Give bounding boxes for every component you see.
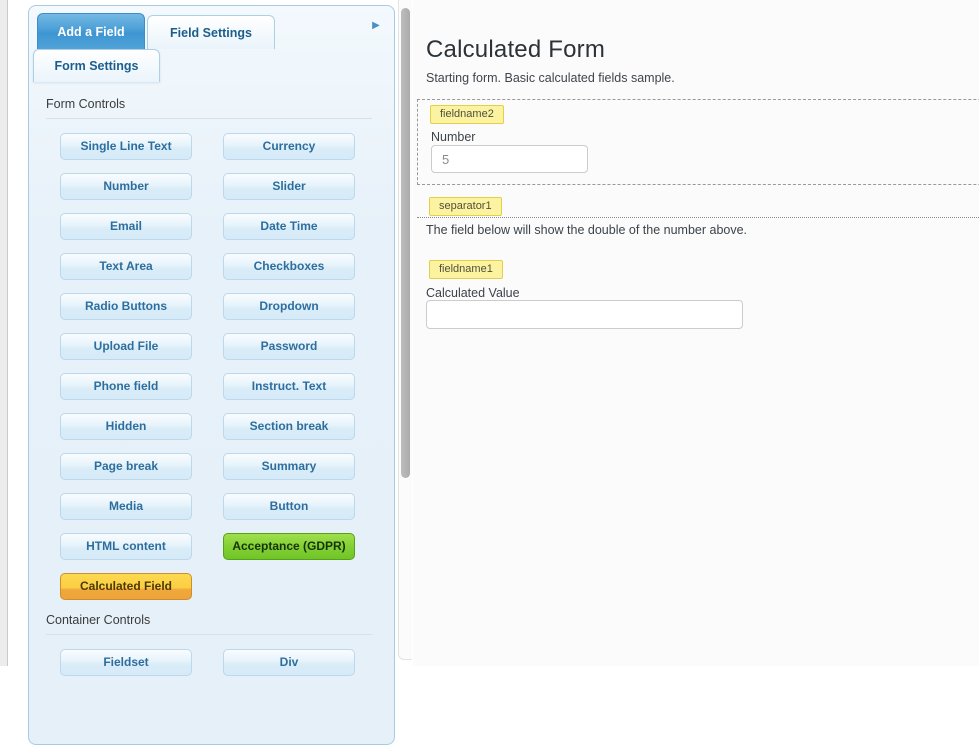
- field-button-instruct-text[interactable]: Instruct. Text: [223, 373, 355, 400]
- field-button-dropdown[interactable]: Dropdown: [223, 293, 355, 320]
- field-button-upload-file[interactable]: Upload File: [60, 333, 192, 360]
- number-field-group[interactable]: fieldname2 Number: [417, 99, 979, 185]
- field-button-calculated-field[interactable]: Calculated Field: [60, 573, 192, 600]
- separator-tag-badge: separator1: [429, 197, 502, 216]
- calculated-field-label: Calculated Value: [426, 286, 520, 300]
- field-button-slider[interactable]: Slider: [223, 173, 355, 200]
- number-field-input[interactable]: [431, 145, 588, 173]
- field-button-currency[interactable]: Currency: [223, 133, 355, 160]
- section-divider: [46, 634, 372, 635]
- calculated-value-input[interactable]: [426, 300, 743, 329]
- field-button-section-break[interactable]: Section break: [223, 413, 355, 440]
- field-button-text-area[interactable]: Text Area: [60, 253, 192, 280]
- tab-add-a-field[interactable]: Add a Field: [37, 13, 145, 49]
- section-divider: [46, 118, 372, 119]
- separator-line: [417, 217, 979, 218]
- field-button-button[interactable]: Button: [223, 493, 355, 520]
- field-button-radio-buttons[interactable]: Radio Buttons: [60, 293, 192, 320]
- field-tag-badge: fieldname2: [430, 105, 504, 124]
- tab-form-settings[interactable]: Form Settings: [33, 49, 160, 82]
- field-button-page-break[interactable]: Page break: [60, 453, 192, 480]
- panel-tabs: Add a Field Field Settings Form Settings…: [29, 6, 394, 84]
- field-button-email[interactable]: Email: [60, 213, 192, 240]
- container-controls-grid: Fieldset Div: [60, 649, 394, 676]
- field-button-password[interactable]: Password: [223, 333, 355, 360]
- field-button-media[interactable]: Media: [60, 493, 192, 520]
- field-button-html-content[interactable]: HTML content: [60, 533, 192, 560]
- field-button-single-line-text[interactable]: Single Line Text: [60, 133, 192, 160]
- container-button-div[interactable]: Div: [223, 649, 355, 676]
- collapse-arrow-icon[interactable]: ▶: [369, 19, 383, 33]
- form-subtitle: Starting form. Basic calculated fields s…: [426, 71, 675, 85]
- add-field-panel: Add a Field Field Settings Form Settings…: [28, 5, 395, 745]
- field-button-number[interactable]: Number: [60, 173, 192, 200]
- calculated-field-tag-badge: fieldname1: [429, 260, 503, 279]
- field-button-acceptance-gdpr[interactable]: Acceptance (GDPR): [223, 533, 355, 560]
- tab-field-settings[interactable]: Field Settings: [147, 15, 275, 49]
- form-title: Calculated Form: [426, 36, 606, 63]
- field-button-phone-field[interactable]: Phone field: [60, 373, 192, 400]
- builder-sidebar: Add a Field Field Settings Form Settings…: [9, 0, 412, 745]
- separator-description: The field below will show the double of …: [426, 223, 748, 237]
- container-button-fieldset[interactable]: Fieldset: [60, 649, 192, 676]
- sidebar-scrollbar-thumb[interactable]: [401, 8, 410, 478]
- form-controls-grid: Single Line Text Currency Number Slider …: [60, 133, 394, 600]
- window-edge-strip: [0, 0, 8, 666]
- form-preview-pane: Calculated Form Starting form. Basic cal…: [413, 0, 979, 666]
- container-controls-heading: Container Controls: [46, 613, 151, 627]
- sidebar-scrollbar-track[interactable]: [398, 0, 412, 660]
- field-button-summary[interactable]: Summary: [223, 453, 355, 480]
- field-button-hidden[interactable]: Hidden: [60, 413, 192, 440]
- number-field-label: Number: [431, 130, 476, 144]
- field-button-checkboxes[interactable]: Checkboxes: [223, 253, 355, 280]
- field-button-date-time[interactable]: Date Time: [223, 213, 355, 240]
- form-controls-heading: Form Controls: [46, 97, 126, 111]
